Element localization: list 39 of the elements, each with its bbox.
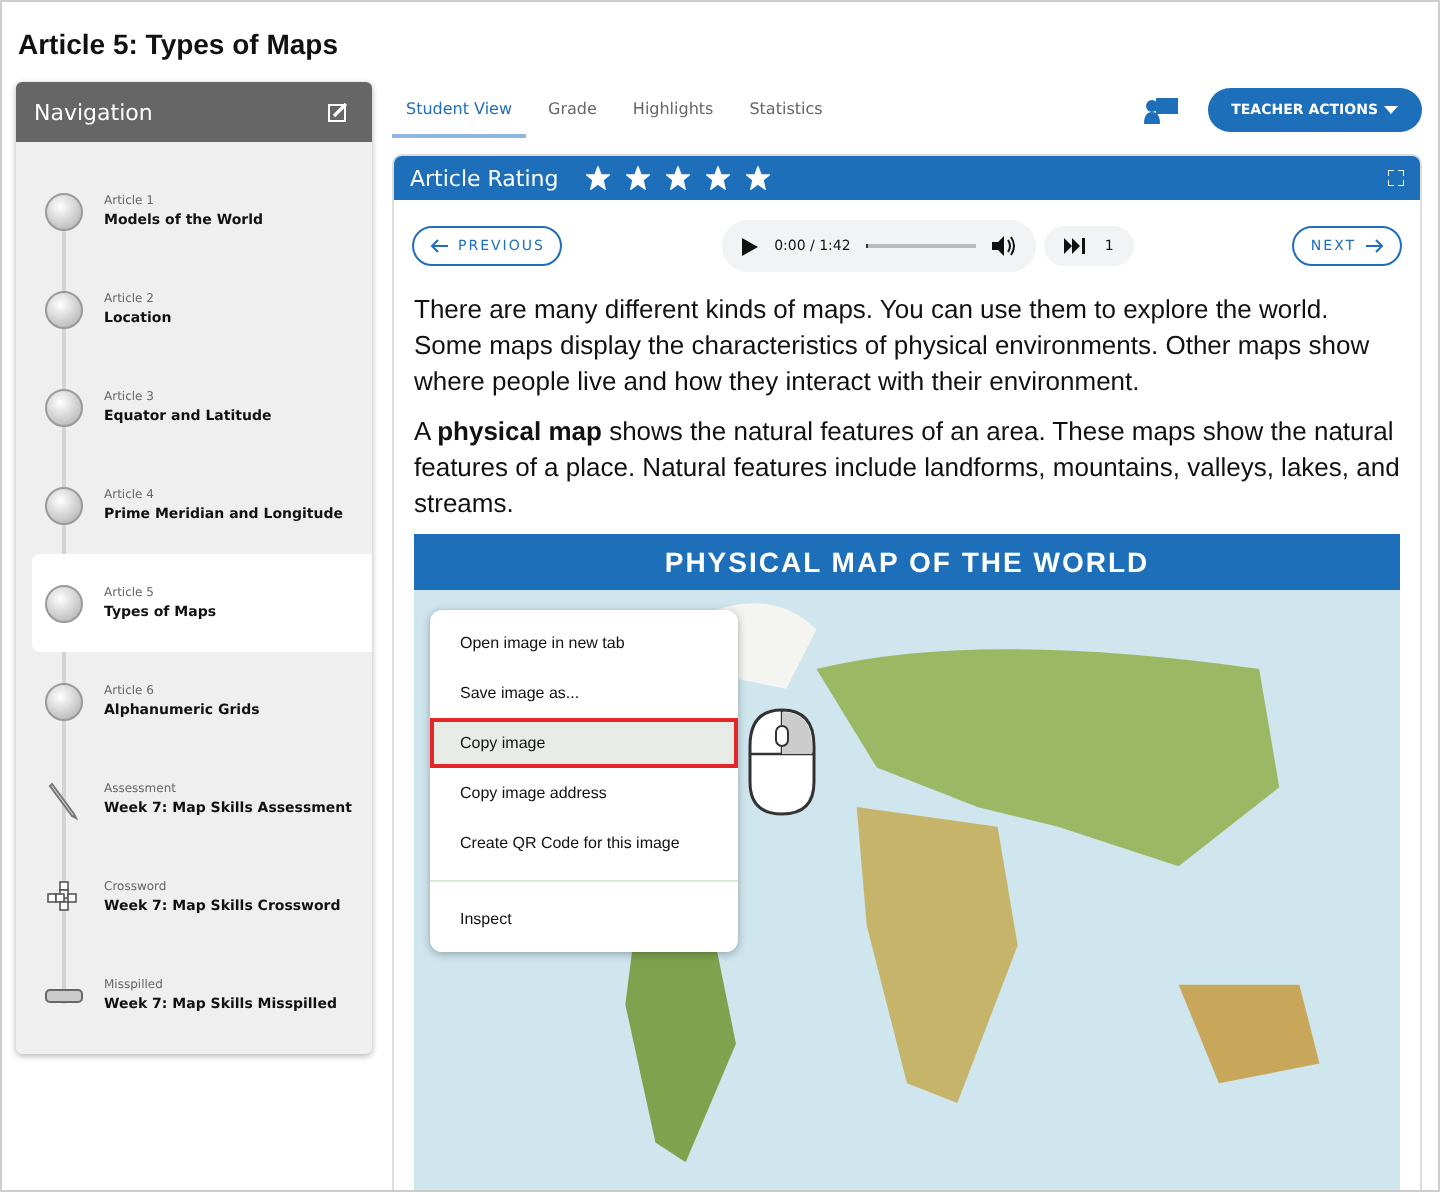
- edit-icon[interactable]: [328, 102, 348, 122]
- page-title: Article 5: Types of Maps: [16, 26, 341, 64]
- circle-icon: [44, 681, 84, 721]
- tab[interactable]: Grade: [534, 83, 611, 137]
- menu-item[interactable]: Copy image address: [430, 768, 738, 819]
- caret-icon: [1384, 106, 1398, 114]
- circle-icon: [44, 289, 84, 329]
- mouse-icon: [746, 706, 818, 819]
- star-icon[interactable]: [746, 166, 771, 190]
- star-icon[interactable]: [706, 166, 731, 190]
- circle-icon: [44, 485, 84, 525]
- menu-item[interactable]: Create QR Code for this image: [430, 818, 738, 869]
- tab[interactable]: Statistics: [735, 83, 837, 137]
- arrow-right-icon: [1366, 238, 1385, 254]
- rating-title: Article Rating: [410, 165, 559, 191]
- menu-item[interactable]: Copy image: [430, 718, 738, 769]
- navigation-title: Navigation: [34, 99, 153, 125]
- tab[interactable]: Highlights: [618, 83, 728, 137]
- fullscreen-icon[interactable]: [1388, 170, 1404, 186]
- circle-icon: [44, 191, 84, 231]
- article-paragraph: A physical map shows the natural features of an area. These maps show the natural features of a place. Natural features include landforms, mountains, valleys, lakes, and streams.: [414, 413, 1400, 522]
- article-paragraph: There are many different kinds of maps. You can use them to explore the world. Some maps display the characteristics of physical environments. Other maps show where people live and how they interact with their environment.: [414, 292, 1372, 401]
- circle-icon: [44, 583, 84, 623]
- menu-item[interactable]: Open image in new tab: [430, 618, 738, 669]
- arrow-left-icon: [430, 238, 448, 254]
- circle-icon: [44, 387, 84, 427]
- map-title: PHYSICAL MAP OF THE WORLD: [414, 534, 1400, 591]
- presenter-icon[interactable]: [1143, 96, 1180, 124]
- star-icon[interactable]: [666, 166, 691, 190]
- crossword-icon: [46, 879, 82, 915]
- star-icon[interactable]: [586, 166, 611, 190]
- skip-icon: [1064, 238, 1087, 254]
- tab[interactable]: Student View: [392, 83, 527, 137]
- volume-icon[interactable]: [992, 236, 1017, 256]
- menu-item[interactable]: Save image as...: [430, 668, 738, 719]
- star-icon[interactable]: [626, 166, 651, 190]
- star-rating[interactable]: [586, 166, 771, 190]
- play-icon[interactable]: [742, 237, 759, 255]
- menu-item[interactable]: Inspect: [430, 894, 738, 945]
